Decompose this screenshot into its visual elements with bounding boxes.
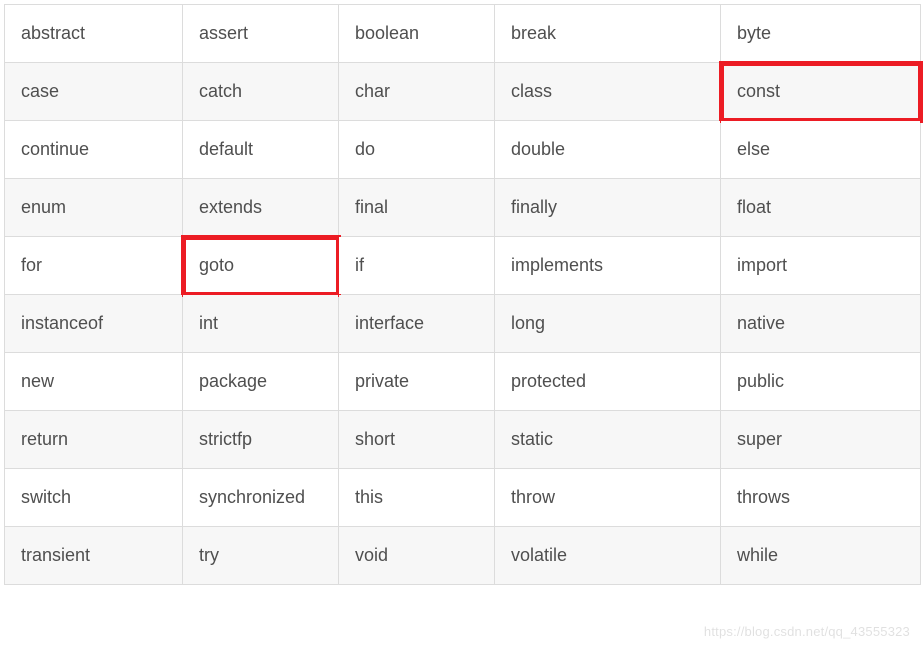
table-row: return strictfp short static super <box>5 411 921 469</box>
table-row: enum extends final finally float <box>5 179 921 237</box>
table-row: continue default do double else <box>5 121 921 179</box>
table-row: new package private protected public <box>5 353 921 411</box>
keyword-cell: interface <box>339 295 495 353</box>
keyword-cell: else <box>721 121 921 179</box>
keyword-cell: break <box>495 5 721 63</box>
keyword-cell: volatile <box>495 527 721 585</box>
keyword-cell: super <box>721 411 921 469</box>
keyword-cell: float <box>721 179 921 237</box>
keyword-cell: public <box>721 353 921 411</box>
keyword-cell: extends <box>183 179 339 237</box>
keyword-cell: void <box>339 527 495 585</box>
table-row: case catch char class const <box>5 63 921 121</box>
keyword-cell: final <box>339 179 495 237</box>
keyword-cell-highlighted: goto <box>183 237 339 295</box>
watermark-text: https://blog.csdn.net/qq_43555323 <box>704 624 910 639</box>
keyword-cell: transient <box>5 527 183 585</box>
keyword-cell: long <box>495 295 721 353</box>
keyword-cell: while <box>721 527 921 585</box>
keyword-cell: import <box>721 237 921 295</box>
keyword-cell: throws <box>721 469 921 527</box>
keyword-cell: catch <box>183 63 339 121</box>
keyword-cell: synchronized <box>183 469 339 527</box>
keyword-cell: default <box>183 121 339 179</box>
keyword-cell: enum <box>5 179 183 237</box>
keyword-cell: finally <box>495 179 721 237</box>
table-row: instanceof int interface long native <box>5 295 921 353</box>
keyword-cell: strictfp <box>183 411 339 469</box>
keyword-cell: double <box>495 121 721 179</box>
keyword-cell: protected <box>495 353 721 411</box>
table-row: transient try void volatile while <box>5 527 921 585</box>
table-row: switch synchronized this throw throws <box>5 469 921 527</box>
table-row: for goto if implements import <box>5 237 921 295</box>
keyword-cell: if <box>339 237 495 295</box>
keyword-cell: class <box>495 63 721 121</box>
keyword-cell: boolean <box>339 5 495 63</box>
keyword-cell: private <box>339 353 495 411</box>
keyword-cell: do <box>339 121 495 179</box>
keyword-cell: switch <box>5 469 183 527</box>
keyword-cell: case <box>5 63 183 121</box>
keyword-cell: instanceof <box>5 295 183 353</box>
keyword-cell: throw <box>495 469 721 527</box>
table-row: abstract assert boolean break byte <box>5 5 921 63</box>
keyword-cell: return <box>5 411 183 469</box>
keyword-cell: char <box>339 63 495 121</box>
keyword-cell: abstract <box>5 5 183 63</box>
keyword-cell: for <box>5 237 183 295</box>
keyword-cell: continue <box>5 121 183 179</box>
keyword-cell: byte <box>721 5 921 63</box>
keyword-cell-highlighted: const <box>721 63 921 121</box>
keywords-table: abstract assert boolean break byte case … <box>4 4 921 585</box>
keyword-cell: package <box>183 353 339 411</box>
keyword-cell: static <box>495 411 721 469</box>
keyword-cell: this <box>339 469 495 527</box>
keyword-cell: native <box>721 295 921 353</box>
keyword-cell: int <box>183 295 339 353</box>
keyword-cell: assert <box>183 5 339 63</box>
keyword-cell: implements <box>495 237 721 295</box>
keyword-cell: short <box>339 411 495 469</box>
keyword-cell: try <box>183 527 339 585</box>
keyword-cell: new <box>5 353 183 411</box>
